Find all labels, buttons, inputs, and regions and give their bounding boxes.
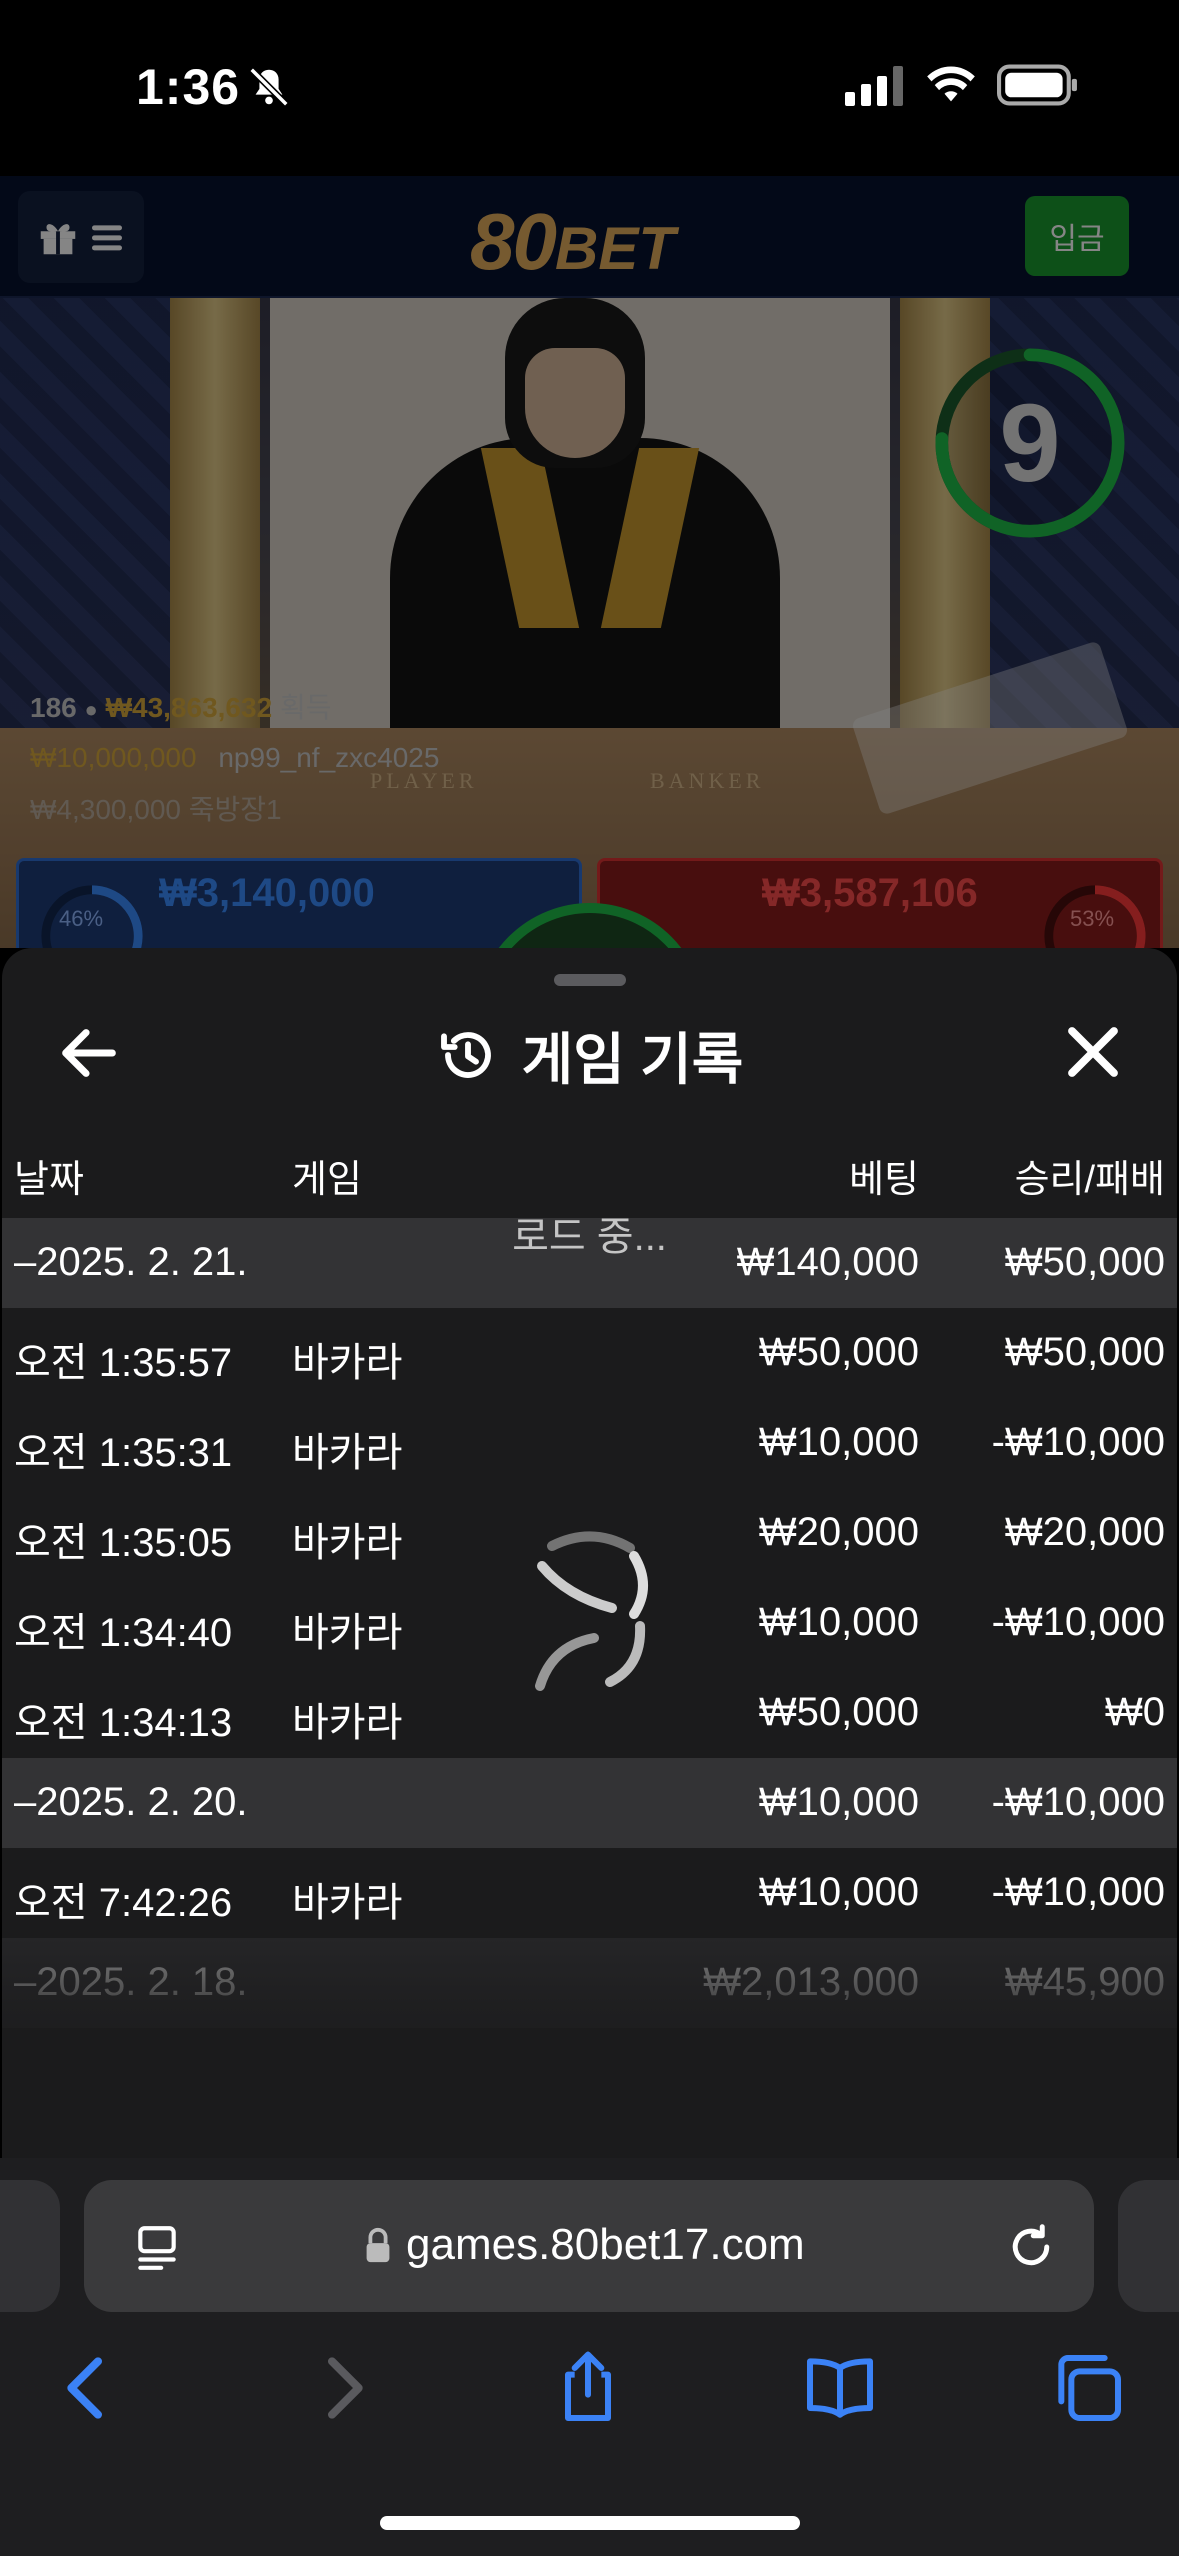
bell-slash-icon	[249, 67, 289, 107]
tabs-icon[interactable]	[1048, 2348, 1128, 2428]
row-game: 바카라	[292, 1881, 403, 1925]
row-bet: ₩10,000	[758, 1780, 919, 1824]
row-winloss: ₩50,000	[1004, 1330, 1165, 1374]
back-icon[interactable]	[48, 2348, 128, 2428]
address-bar[interactable]: games.80bet17.com	[84, 2180, 1094, 2312]
status-bar: 1:36	[0, 0, 1179, 176]
column-header-date[interactable]: 날짜	[14, 1148, 84, 1203]
sheet-title: 게임 기록	[521, 1027, 744, 1091]
browser-bottom-bar: games.80bet17.com	[0, 2158, 1179, 2556]
loading-text: 로드 중...	[512, 1215, 667, 1259]
row-date: 오전 1:35:31	[14, 1431, 233, 1475]
battery-icon	[997, 64, 1077, 106]
row-bet: ₩10,000	[758, 1870, 919, 1914]
wifi-icon	[927, 66, 975, 102]
row-winloss: ₩0	[1105, 1690, 1165, 1734]
next-tab-preview[interactable]	[1118, 2180, 1179, 2312]
history-row[interactable]: 오전 7:42:26 바카라 ₩10,000 -₩10,000	[2, 1848, 1177, 1938]
row-date: 오전 1:34:40	[14, 1611, 233, 1655]
row-bet: ₩50,000	[758, 1690, 919, 1734]
loading-spinner-icon	[535, 1531, 648, 1691]
game-history-sheet: 게임 기록 날짜 게임 베팅 승리/패배 –2025. 2. 21. ₩140,0…	[2, 948, 1177, 2158]
home-indicator	[380, 2516, 800, 2530]
row-winloss: -₩10,000	[991, 1600, 1165, 1644]
row-game: 바카라	[292, 1521, 403, 1565]
row-winloss: ₩20,000	[1004, 1510, 1165, 1554]
row-date: 오전 1:35:05	[14, 1521, 233, 1565]
url-text[interactable]: games.80bet17.com	[406, 2220, 805, 2270]
row-date: 오전 1:34:13	[14, 1701, 233, 1745]
row-bet: ₩10,000	[758, 1420, 919, 1464]
row-winloss: -₩10,000	[991, 1780, 1165, 1824]
lock-icon	[366, 2227, 390, 2263]
cellular-signal-icon	[845, 66, 903, 106]
share-icon[interactable]	[548, 2348, 628, 2428]
page-menu-icon[interactable]	[132, 2222, 182, 2272]
row-winloss: -₩10,000	[991, 1420, 1165, 1464]
previous-tab-preview[interactable]	[0, 2180, 60, 2312]
sheet-header: 게임 기록	[2, 1010, 1177, 1100]
bookmarks-icon[interactable]	[800, 2348, 880, 2428]
row-date: –2025. 2. 20.	[14, 1780, 248, 1824]
reload-icon[interactable]	[1004, 2220, 1058, 2274]
row-game: 바카라	[292, 1701, 403, 1745]
row-date: 오전 1:35:57	[14, 1341, 233, 1385]
column-header-game[interactable]: 게임	[292, 1148, 362, 1203]
row-winloss: -₩10,000	[991, 1870, 1165, 1914]
row-bet: ₩20,000	[758, 1510, 919, 1554]
column-header-bet[interactable]: 베팅	[849, 1148, 919, 1203]
close-icon[interactable]	[1057, 1016, 1129, 1088]
date-group-row[interactable]: –2025. 2. 20. ₩10,000 -₩10,000	[2, 1758, 1177, 1848]
history-row[interactable]: 오전 1:35:57 바카라 ₩50,000 ₩50,000	[2, 1308, 1177, 1398]
status-time: 1:36	[136, 59, 241, 115]
history-icon	[440, 1032, 491, 1078]
history-row[interactable]: 오전 1:35:31 바카라 ₩10,000 -₩10,000	[2, 1398, 1177, 1488]
row-game: 바카라	[292, 1431, 403, 1475]
row-game: 바카라	[292, 1341, 403, 1385]
row-game: 바카라	[292, 1611, 403, 1655]
row-date: 오전 7:42:26	[14, 1881, 233, 1925]
backdrop-dimmer[interactable]	[0, 176, 1179, 956]
column-header-winloss[interactable]: 승리/패배	[1015, 1148, 1165, 1203]
sheet-grabber[interactable]	[554, 974, 626, 986]
row-bet: ₩10,000	[758, 1600, 919, 1644]
row-bet: ₩50,000	[758, 1330, 919, 1374]
forward-icon[interactable]	[302, 2348, 382, 2428]
